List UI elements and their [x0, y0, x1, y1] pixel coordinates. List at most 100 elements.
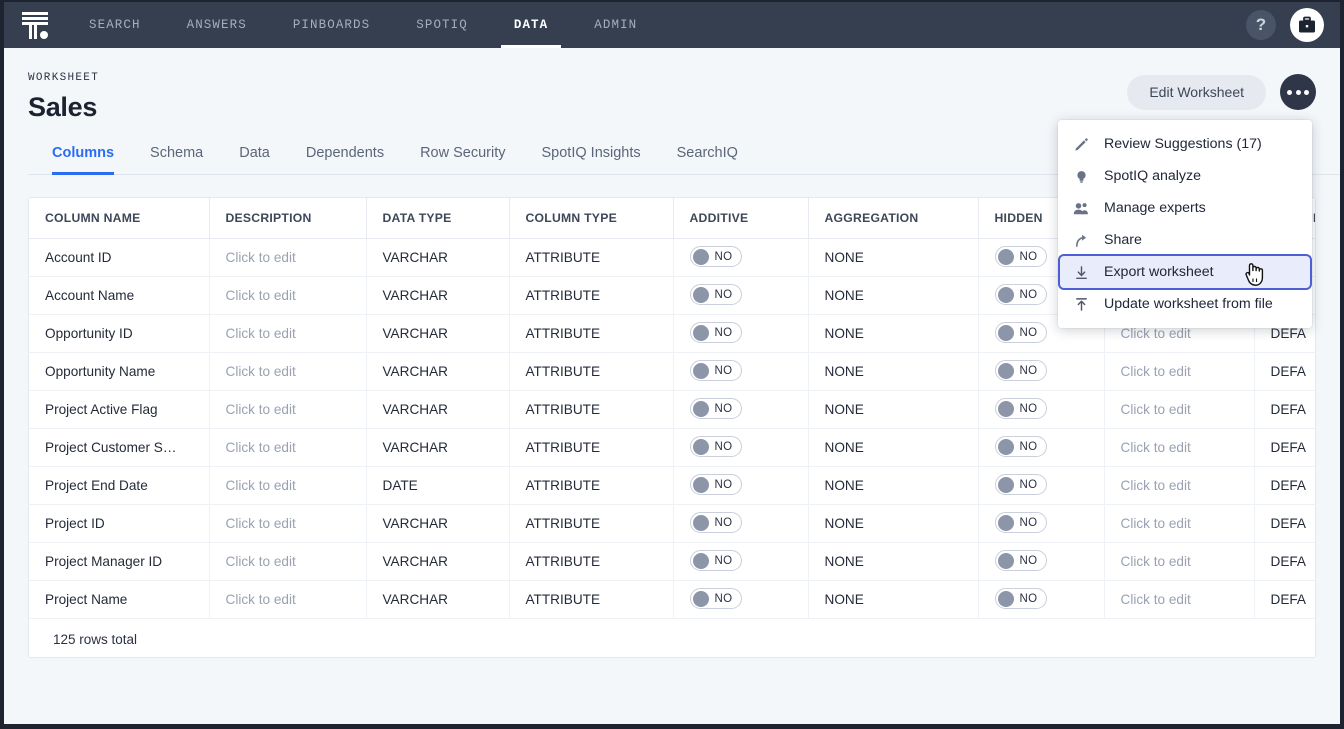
cell-additive-toggle[interactable]: NO [689, 474, 743, 496]
menu-item-export-worksheet[interactable]: Export worksheet [1058, 254, 1312, 290]
cell-additive: NO [673, 504, 809, 543]
menu-item-update-worksheet-from-file[interactable]: Update worksheet from file [1058, 288, 1312, 320]
cell-hidden-toggle[interactable]: NO [994, 512, 1048, 534]
cell-additive-toggle[interactable]: NO [689, 398, 743, 420]
nav-item-admin[interactable]: ADMIN [571, 2, 660, 48]
cell-hidden-toggle[interactable]: NO [994, 588, 1048, 610]
cell-description[interactable]: Click to edit [209, 428, 367, 467]
cell-hidden-toggle[interactable]: NO [994, 322, 1048, 344]
cell-hidden-toggle[interactable]: NO [994, 246, 1048, 268]
cell-additive: NO [673, 314, 809, 353]
cell-description[interactable]: Click to edit [209, 352, 367, 391]
cell-synonyms[interactable]: Click to edit [1104, 542, 1255, 581]
cell-aggregation: NONE [808, 276, 979, 315]
navbar-right-actions: ? [1246, 2, 1324, 48]
cell-hidden-toggle[interactable]: NO [994, 284, 1048, 306]
rows-total-bar: 125 rows total [29, 622, 1315, 657]
tab-spotiq-insights[interactable]: SpotIQ Insights [542, 145, 659, 174]
cell-synonyms[interactable]: Click to edit [1104, 504, 1255, 543]
nav-item-data[interactable]: DATA [491, 2, 571, 48]
cell-column-type: ATTRIBUTE [509, 428, 674, 467]
cell-synonyms[interactable]: Click to edit [1104, 466, 1255, 505]
col-header-aggregation[interactable]: AGGREGATION [808, 198, 979, 239]
cell-synonyms[interactable]: Click to edit [1104, 428, 1255, 467]
thoughtspot-logo[interactable] [4, 2, 66, 48]
cell-hidden: NO [978, 580, 1105, 619]
col-header-description[interactable]: DESCRIPTION [209, 198, 367, 239]
col-header-column-name[interactable]: COLUMN NAME [29, 198, 210, 239]
menu-item-share[interactable]: Share [1058, 224, 1312, 256]
toggle-label: NO [1019, 364, 1038, 377]
tab-row-security[interactable]: Row Security [420, 145, 523, 174]
cell-additive-toggle[interactable]: NO [689, 284, 743, 306]
tab-data[interactable]: Data [239, 145, 288, 174]
cell-description[interactable]: Click to edit [209, 580, 367, 619]
cell-additive: NO [673, 238, 809, 277]
cell-additive-toggle[interactable]: NO [689, 512, 743, 534]
ellipsis-icon[interactable] [1280, 74, 1316, 110]
cell-default: DEFA [1254, 390, 1315, 429]
cell-data-type: VARCHAR [366, 352, 510, 391]
cell-description[interactable]: Click to edit [209, 276, 367, 315]
lightbulb-icon [1072, 167, 1090, 185]
col-header-data-type[interactable]: DATA TYPE [366, 198, 510, 239]
toggle-knob [692, 590, 709, 607]
nav-item-answers[interactable]: ANSWERS [164, 2, 270, 48]
cell-description[interactable]: Click to edit [209, 466, 367, 505]
tab-searchiq[interactable]: SearchIQ [677, 145, 756, 174]
table-row[interactable]: Project Manager ID Click to edit VARCHAR AT… [29, 542, 1315, 581]
cell-description[interactable]: Click to edit [209, 542, 367, 581]
help-icon[interactable]: ? [1246, 10, 1276, 40]
col-header-additive[interactable]: ADDITIVE [673, 198, 809, 239]
cell-synonyms[interactable]: Click to edit [1104, 580, 1255, 619]
avatar[interactable] [1290, 8, 1324, 42]
table-row[interactable]: Project Name Click to edit VARCHAR ATTRIBUT… [29, 580, 1315, 619]
cell-additive-toggle[interactable]: NO [689, 588, 743, 610]
cell-hidden-toggle[interactable]: NO [994, 436, 1048, 458]
table-row[interactable]: Project ID Click to edit VARCHAR ATTRIBUTE N… [29, 504, 1315, 543]
col-header-column-type[interactable]: COLUMN TYPE [509, 198, 674, 239]
tab-schema[interactable]: Schema [150, 145, 221, 174]
table-row[interactable]: Opportunity Name Click to edit VARCHAR ATTR… [29, 352, 1315, 391]
toggle-label: NO [1019, 288, 1038, 301]
download-icon [1072, 263, 1090, 281]
cell-description[interactable]: Click to edit [209, 390, 367, 429]
table-row[interactable]: Project Active Flag Click to edit VARCHAR A… [29, 390, 1315, 429]
menu-item-spotiq-analyze[interactable]: SpotIQ analyze [1058, 160, 1312, 192]
cell-additive-toggle[interactable]: NO [689, 360, 743, 382]
toggle-label: NO [714, 402, 733, 415]
cell-hidden: NO [978, 390, 1105, 429]
menu-item-label: Update worksheet from file [1104, 296, 1273, 312]
cell-column-name: Project Manager ID [29, 542, 210, 581]
cell-description[interactable]: Click to edit [209, 314, 367, 353]
cell-hidden-toggle[interactable]: NO [994, 550, 1048, 572]
menu-item-manage-experts[interactable]: Manage experts [1058, 192, 1312, 224]
cell-description[interactable]: Click to edit [209, 504, 367, 543]
cell-additive-toggle[interactable]: NO [689, 322, 743, 344]
cell-column-name: Opportunity Name [29, 352, 210, 391]
toggle-label: NO [714, 250, 733, 263]
upload-icon [1072, 295, 1090, 313]
nav-item-pinboards[interactable]: PINBOARDS [270, 2, 393, 48]
edit-worksheet-button[interactable]: Edit Worksheet [1127, 74, 1266, 110]
nav-item-spotiq[interactable]: SPOTIQ [393, 2, 491, 48]
cell-aggregation: NONE [808, 352, 979, 391]
cell-additive-toggle[interactable]: NO [689, 246, 743, 268]
cell-hidden-toggle[interactable]: NO [994, 398, 1048, 420]
cell-hidden-toggle[interactable]: NO [994, 474, 1048, 496]
menu-item-review-suggestions[interactable]: Review Suggestions (17) [1058, 128, 1312, 160]
cell-synonyms[interactable]: Click to edit [1104, 390, 1255, 429]
table-row[interactable]: Project Customer S… Click to edit VARCHAR A… [29, 428, 1315, 467]
cell-synonyms[interactable]: Click to edit [1104, 352, 1255, 391]
tab-columns[interactable]: Columns [52, 145, 132, 175]
tab-dependents[interactable]: Dependents [306, 145, 402, 174]
cell-column-type: ATTRIBUTE [509, 314, 674, 353]
cell-hidden: NO [978, 352, 1105, 391]
cell-additive-toggle[interactable]: NO [689, 436, 743, 458]
cell-hidden-toggle[interactable]: NO [994, 360, 1048, 382]
nav-item-search[interactable]: SEARCH [66, 2, 164, 48]
table-row[interactable]: Project End Date Click to edit DATE ATTRIBU… [29, 466, 1315, 505]
cell-additive-toggle[interactable]: NO [689, 550, 743, 572]
cell-description[interactable]: Click to edit [209, 238, 367, 277]
cell-data-type: DATE [366, 466, 510, 505]
